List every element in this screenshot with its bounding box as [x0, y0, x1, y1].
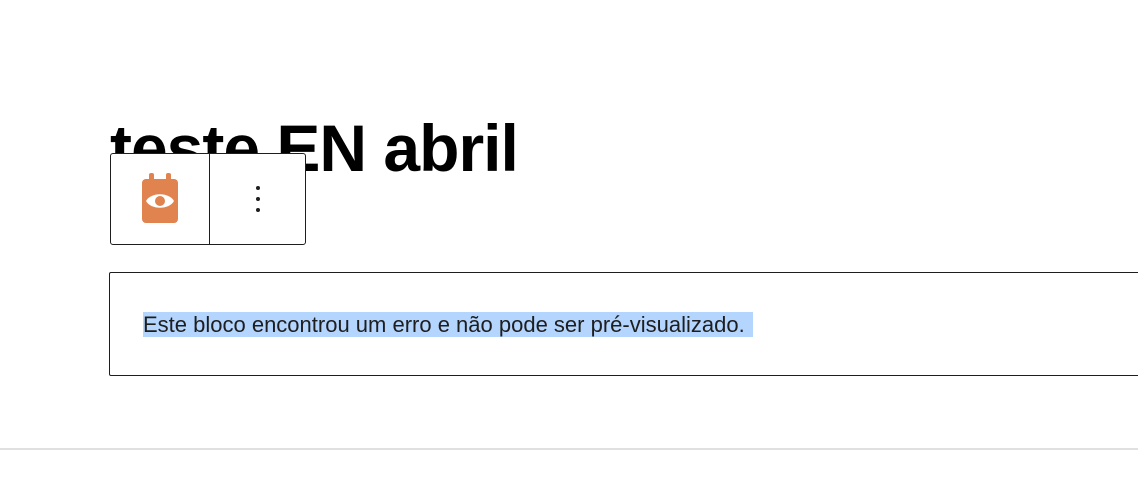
editor-canvas: teste EN abril Este bloco encontrou um e… [0, 0, 1138, 504]
block-toolbar [110, 153, 306, 245]
divider [0, 448, 1138, 450]
error-message-text: Este bloco encontrou um erro e não pode … [143, 312, 753, 337]
block-options-button[interactable] [234, 175, 282, 223]
block-type-button[interactable] [136, 173, 184, 223]
block-type-group [111, 154, 210, 244]
options-group [210, 154, 305, 244]
more-vertical-icon [255, 186, 260, 212]
error-message: Este bloco encontrou um erro e não pode … [143, 309, 753, 341]
calendar-eye-icon [142, 173, 178, 223]
block-error-placeholder[interactable]: Este bloco encontrou um erro e não pode … [109, 272, 1138, 376]
